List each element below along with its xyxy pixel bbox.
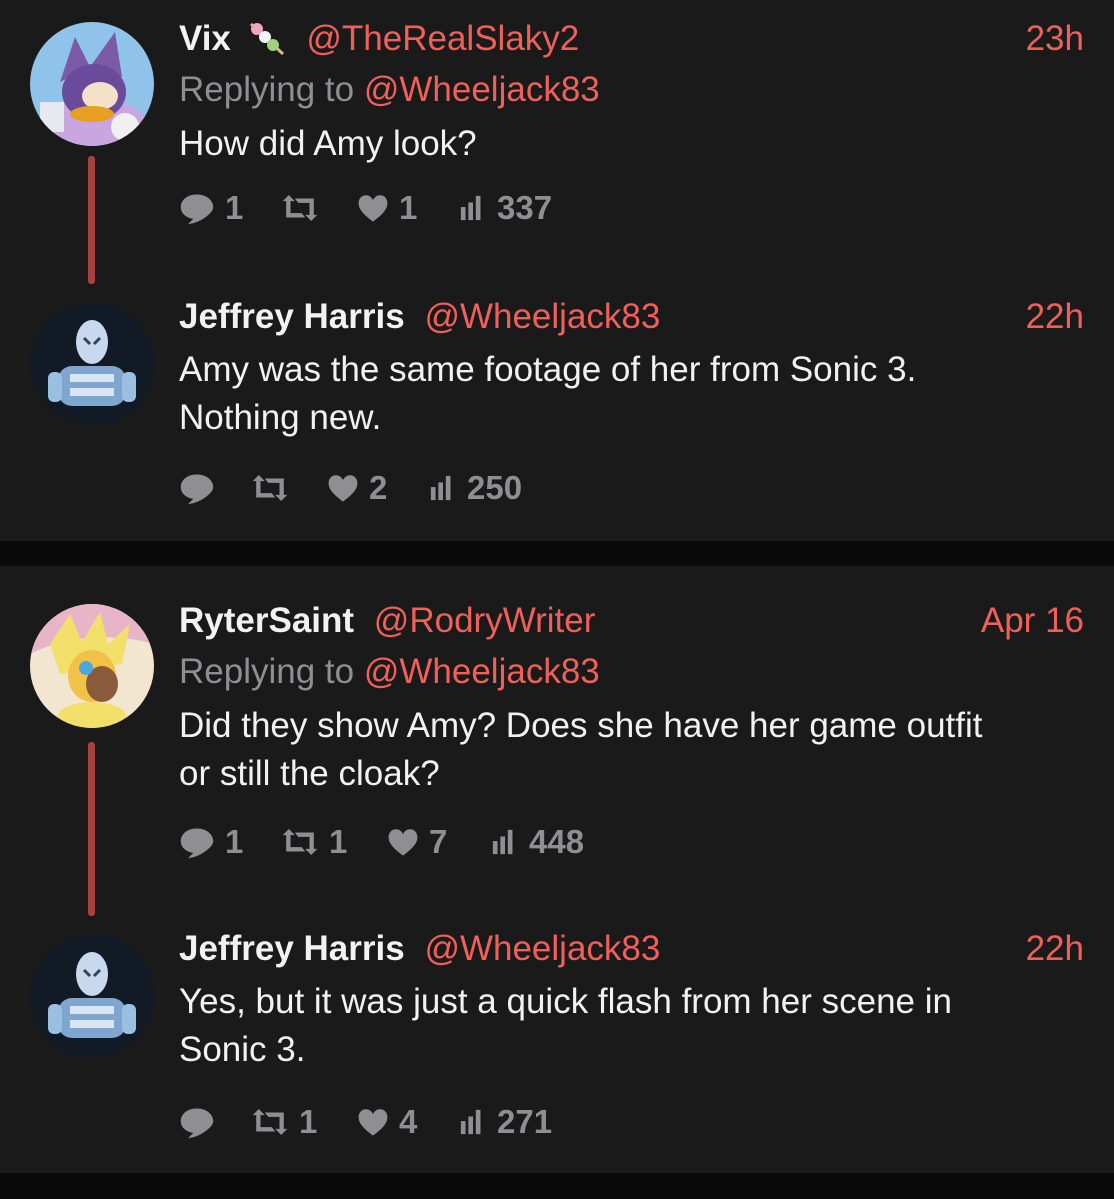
view-count: 337 xyxy=(497,189,553,226)
views-button[interactable]: 271 xyxy=(459,1100,552,1144)
avatar[interactable] xyxy=(30,604,154,728)
replying-to: Replying to @Wheeljack83 xyxy=(179,68,1084,112)
tweet-header: RyterSaint @RodryWriter Apr 16 xyxy=(179,600,1084,642)
thread-connector xyxy=(88,156,95,284)
thread-card: RyterSaint @RodryWriter Apr 16 Replying … xyxy=(0,566,1114,1173)
replying-to: Replying to @Wheeljack83 xyxy=(179,650,1084,694)
user-handle[interactable]: @TheRealSlaky2 xyxy=(306,19,579,58)
reply-count: 1 xyxy=(225,189,244,226)
conversation-view: Vix @TheRealSlaky2 23h Replying to @Whee… xyxy=(0,0,1114,1199)
tweet-text: Did they show Amy? Does she have her gam… xyxy=(179,702,1084,798)
display-name[interactable]: Jeffrey Harris xyxy=(179,929,405,968)
tweet-text-line: Yes, but it was just a quick flash from … xyxy=(179,982,952,1021)
views-icon xyxy=(491,828,519,856)
tweet-body: Jeffrey Harris @Wheeljack83 22h Yes, but… xyxy=(179,928,1084,1144)
timestamp[interactable]: Apr 16 xyxy=(981,600,1084,642)
user-handle[interactable]: @RodryWriter xyxy=(374,601,596,640)
view-count: 448 xyxy=(529,823,585,860)
tweet-header: Jeffrey Harris @Wheeljack83 22h xyxy=(179,296,1084,338)
retweet-icon xyxy=(251,473,289,503)
timestamp[interactable]: 22h xyxy=(1026,296,1084,338)
retweet-icon xyxy=(251,1107,289,1137)
reply-button[interactable]: 1 xyxy=(179,186,243,230)
like-button[interactable]: 2 xyxy=(327,466,387,510)
tweet-text-line: or still the cloak? xyxy=(179,754,440,793)
reply-icon xyxy=(179,1104,215,1140)
display-name[interactable]: Vix xyxy=(179,19,231,58)
like-button[interactable]: 1 xyxy=(357,186,417,230)
view-count: 250 xyxy=(467,469,523,506)
tweet-text: How did Amy look? xyxy=(179,120,1084,168)
heart-icon xyxy=(357,193,389,223)
retweet-button[interactable]: 1 xyxy=(251,1100,317,1144)
retweet-count: 1 xyxy=(299,1103,318,1140)
views-button[interactable]: 337 xyxy=(459,186,552,230)
views-icon xyxy=(459,1108,487,1136)
action-bar: 1 1 7 448 xyxy=(179,820,1084,864)
heart-icon xyxy=(387,827,419,857)
replying-prefix: Replying to xyxy=(179,652,355,691)
views-icon xyxy=(459,194,487,222)
views-button[interactable]: 448 xyxy=(491,820,584,864)
tweet-header: Vix @TheRealSlaky2 23h xyxy=(179,18,1084,60)
heart-icon xyxy=(327,473,359,503)
reply-button[interactable] xyxy=(179,466,225,510)
user-handle[interactable]: @Wheeljack83 xyxy=(424,297,660,336)
reply-button[interactable]: 1 xyxy=(179,820,243,864)
reply-button[interactable] xyxy=(179,1100,225,1144)
like-count: 2 xyxy=(369,469,388,506)
views-icon xyxy=(429,474,457,502)
retweet-button[interactable]: 1 xyxy=(281,820,347,864)
tweet-text: Amy was the same footage of her from Son… xyxy=(179,346,1084,442)
action-bar: 2 250 xyxy=(179,466,1084,510)
user-handle[interactable]: @Wheeljack83 xyxy=(424,929,660,968)
like-count: 7 xyxy=(429,823,448,860)
replying-prefix: Replying to xyxy=(179,70,355,109)
like-count: 1 xyxy=(399,189,418,226)
tweet-body: RyterSaint @RodryWriter Apr 16 Replying … xyxy=(179,600,1084,864)
retweet-button[interactable] xyxy=(251,466,299,510)
tweet-header: Jeffrey Harris @Wheeljack83 22h xyxy=(179,928,1084,970)
view-count: 271 xyxy=(497,1103,553,1140)
tweet-text-line: How did Amy look? xyxy=(179,124,477,163)
like-button[interactable]: 7 xyxy=(387,820,447,864)
heart-icon xyxy=(357,1107,389,1137)
action-bar: 1 1 337 xyxy=(179,186,1084,230)
mention-link[interactable]: @Wheeljack83 xyxy=(364,70,600,109)
tweet-body: Vix @TheRealSlaky2 23h Replying to @Whee… xyxy=(179,18,1084,230)
display-name[interactable]: Jeffrey Harris xyxy=(179,297,405,336)
dango-emoji-icon xyxy=(247,20,287,66)
like-count: 4 xyxy=(399,1103,418,1140)
retweet-icon xyxy=(281,827,319,857)
reply-icon xyxy=(179,470,215,506)
tweet-text-line: Nothing new. xyxy=(179,398,382,437)
tweet-body: Jeffrey Harris @Wheeljack83 22h Amy was … xyxy=(179,296,1084,510)
reply-count: 1 xyxy=(225,823,244,860)
timestamp[interactable]: 23h xyxy=(1026,18,1084,60)
reply-icon xyxy=(179,824,215,860)
avatar[interactable] xyxy=(30,934,154,1058)
reply-icon xyxy=(179,190,215,226)
like-button[interactable]: 4 xyxy=(357,1100,417,1144)
retweet-icon xyxy=(281,193,319,223)
views-button[interactable]: 250 xyxy=(429,466,522,510)
avatar[interactable] xyxy=(30,22,154,146)
thread-connector xyxy=(88,742,95,916)
mention-link[interactable]: @Wheeljack83 xyxy=(364,652,600,691)
avatar[interactable] xyxy=(30,302,154,426)
tweet-text-line: Did they show Amy? Does she have her gam… xyxy=(179,706,983,745)
display-name[interactable]: RyterSaint xyxy=(179,601,354,640)
tweet-text-line: Amy was the same footage of her from Son… xyxy=(179,350,917,389)
tweet-text-line: Sonic 3. xyxy=(179,1030,306,1069)
thread-card: Vix @TheRealSlaky2 23h Replying to @Whee… xyxy=(0,0,1114,541)
action-bar: 1 4 271 xyxy=(179,1100,1084,1144)
tweet-text: Yes, but it was just a quick flash from … xyxy=(179,978,1084,1074)
retweet-count: 1 xyxy=(329,823,348,860)
timestamp[interactable]: 22h xyxy=(1026,928,1084,970)
retweet-button[interactable] xyxy=(281,186,329,230)
